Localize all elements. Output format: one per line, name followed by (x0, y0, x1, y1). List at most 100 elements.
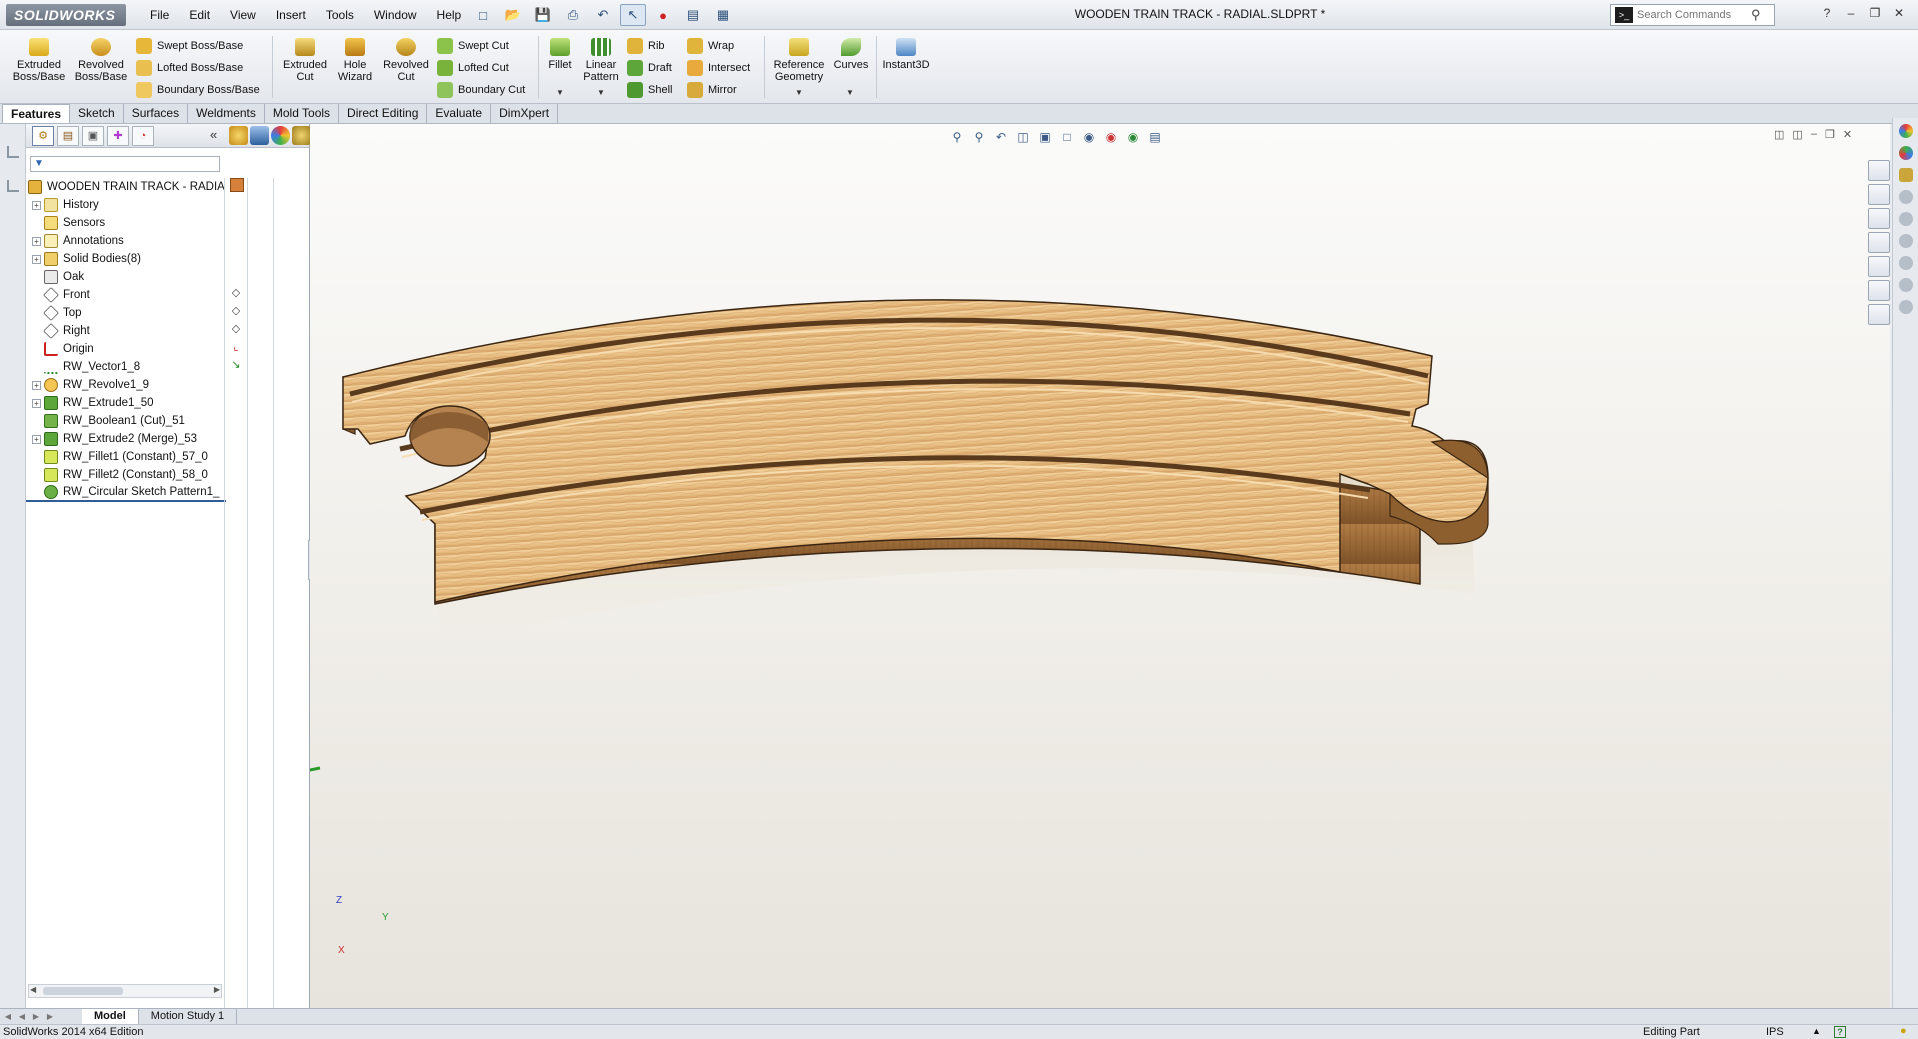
tree-item[interactable]: RW_Circular Sketch Pattern1_ (26, 484, 226, 502)
curves-dropdown-icon[interactable]: ▼ (846, 88, 854, 97)
tree-item[interactable]: RW_Vector1_8 (26, 358, 226, 376)
save-icon[interactable]: 💾 (530, 4, 556, 26)
swept-cut-button[interactable]: Swept Cut (437, 36, 509, 56)
train-track-model[interactable] (310, 124, 1890, 1008)
search-input[interactable] (1637, 9, 1747, 21)
menu-file[interactable]: File (140, 6, 179, 24)
revolved-boss-button[interactable]: Revolved Boss/Base (72, 38, 130, 83)
shell-button[interactable]: Shell (627, 80, 672, 100)
options-icon[interactable]: ▦ (710, 4, 736, 26)
fillet-dropdown-icon[interactable]: ▼ (556, 88, 564, 97)
expand-toggle-icon[interactable]: + (32, 398, 41, 408)
plane-visibility-icon[interactable]: ◇ (229, 304, 243, 318)
lofted-cut-button[interactable]: Lofted Cut (437, 58, 509, 78)
boundary-boss-button[interactable]: Boundary Boss/Base (136, 80, 260, 100)
tree-item[interactable]: RW_Fillet1 (Constant)_57_0 (26, 448, 226, 466)
custom-properties-icon[interactable] (1868, 304, 1890, 325)
reference-geometry-button[interactable]: Reference Geometry (767, 38, 831, 83)
tool-icon[interactable] (1898, 256, 1913, 270)
extruded-boss-button[interactable]: Extruded Boss/Base (10, 38, 68, 83)
graphics-area[interactable]: ⚲ ⚲ ↶ ◫ ▣ □ ◉ ◉ ◉ ▤ ◫ ◫ – ❐ ✕ Y Z X (310, 124, 1890, 1008)
prev-tab-icon[interactable]: ◀ (16, 1011, 28, 1023)
sketch-tool-icon[interactable] (7, 180, 19, 192)
select-pointer-icon[interactable]: ↖ (620, 4, 646, 26)
draft-button[interactable]: Draft (627, 58, 672, 78)
boundary-cut-button[interactable]: Boundary Cut (437, 80, 525, 100)
last-tab-icon[interactable]: ▶ (44, 1011, 56, 1023)
appearance-icon[interactable] (229, 126, 248, 145)
new-document-icon[interactable]: □ (470, 4, 496, 26)
vector-visibility-icon[interactable]: ↘ (229, 358, 243, 372)
appearances-scenes-icon[interactable] (1868, 280, 1890, 301)
tab-direct-editing[interactable]: Direct Editing (339, 104, 428, 123)
display-manager-tab-icon[interactable]: ◔ (132, 125, 154, 146)
scroll-left-icon[interactable]: ◀ (30, 985, 36, 994)
menu-insert[interactable]: Insert (266, 6, 316, 24)
menu-help[interactable]: Help (427, 6, 472, 24)
tab-dimxpert[interactable]: DimXpert (491, 104, 559, 123)
tool-icon[interactable] (1898, 190, 1913, 204)
lightbulb-icon[interactable]: ● (1900, 1025, 1907, 1037)
search-commands-box[interactable]: >_ ⚲ (1610, 4, 1775, 26)
expand-toggle-icon[interactable]: + (32, 200, 41, 210)
open-folder-icon[interactable]: 📂 (500, 4, 526, 26)
search-results-icon[interactable] (1868, 232, 1890, 253)
menu-edit[interactable]: Edit (179, 6, 220, 24)
tree-item[interactable]: + RW_Extrude1_50 (26, 394, 226, 412)
tree-item[interactable]: + RW_Extrude2 (Merge)_53 (26, 430, 226, 448)
undo-icon[interactable]: ↶ (590, 4, 616, 26)
solidworks-logo[interactable]: SOLIDWORKS (6, 4, 126, 26)
tree-item[interactable]: Front (26, 286, 226, 304)
tree-item[interactable]: RW_Fillet2 (Constant)_58_0 (26, 466, 226, 484)
view-palette-icon[interactable] (1868, 256, 1890, 277)
plane-visibility-icon[interactable]: ◇ (229, 286, 243, 300)
revolved-cut-button[interactable]: Revolved Cut (377, 38, 435, 83)
mirror-button[interactable]: Mirror (687, 80, 737, 100)
appearance-palette-icon[interactable] (1898, 124, 1913, 138)
configuration-manager-tab-icon[interactable]: ▣ (82, 125, 104, 146)
tree-item[interactable]: Top (26, 304, 226, 322)
tree-item[interactable]: Right (26, 322, 226, 340)
help-icon[interactable]: ? (1818, 4, 1836, 22)
tree-item[interactable]: + RW_Revolve1_9 (26, 376, 226, 394)
swept-boss-button[interactable]: Swept Boss/Base (136, 36, 243, 56)
search-icon[interactable]: ⚲ (1751, 7, 1761, 23)
instant3d-button[interactable]: Instant3D (878, 38, 934, 71)
file-properties-icon[interactable]: ▤ (680, 4, 706, 26)
expand-toggle-icon[interactable]: + (32, 254, 41, 264)
tab-model[interactable]: Model (82, 1008, 139, 1025)
tab-motion-study[interactable]: Motion Study 1 (139, 1008, 238, 1025)
solidworks-resources-icon[interactable] (1868, 160, 1890, 181)
tab-sketch[interactable]: Sketch (70, 104, 124, 123)
expand-toggle-icon[interactable]: + (32, 380, 41, 390)
hole-wizard-button[interactable]: Hole Wizard (326, 38, 384, 83)
expand-toggle-icon[interactable]: + (32, 236, 41, 246)
design-library-icon[interactable] (1868, 184, 1890, 205)
lofted-boss-button[interactable]: Lofted Boss/Base (136, 58, 243, 78)
appearance-swatch-icon[interactable] (230, 178, 244, 192)
tree-item[interactable]: + History (26, 196, 226, 214)
sketch-tool-icon[interactable] (7, 146, 19, 158)
display-state-icon[interactable] (250, 126, 269, 145)
plane-visibility-icon[interactable]: ◇ (229, 322, 243, 336)
feature-manager-tab-icon[interactable]: ⚙ (32, 125, 54, 146)
file-explorer-icon[interactable] (1868, 208, 1890, 229)
pattern-dropdown-icon[interactable]: ▼ (597, 88, 605, 97)
linear-pattern-button[interactable]: Linear Pattern (571, 38, 631, 83)
menu-tools[interactable]: Tools (316, 6, 364, 24)
scene-icon[interactable] (271, 126, 290, 145)
property-manager-tab-icon[interactable]: ▤ (57, 125, 79, 146)
tool-icon[interactable] (1898, 212, 1913, 226)
tree-item[interactable]: Oak (26, 268, 226, 286)
tree-item[interactable]: Sensors (26, 214, 226, 232)
menu-view[interactable]: View (220, 6, 266, 24)
reference-geometry-dropdown-icon[interactable]: ▼ (795, 88, 803, 97)
minimize-icon[interactable]: – (1842, 4, 1860, 22)
tool-icon[interactable] (1898, 300, 1913, 314)
origin-visibility-icon[interactable]: ⌞ (229, 340, 243, 354)
tree-root-part[interactable]: WOODEN TRAIN TRACK - RADIA (26, 178, 226, 196)
tree-item[interactable]: RW_Boolean1 (Cut)_51 (26, 412, 226, 430)
scroll-right-icon[interactable]: ▶ (214, 985, 220, 994)
menu-window[interactable]: Window (364, 6, 427, 24)
print-icon[interactable]: ⎙ (560, 4, 586, 26)
